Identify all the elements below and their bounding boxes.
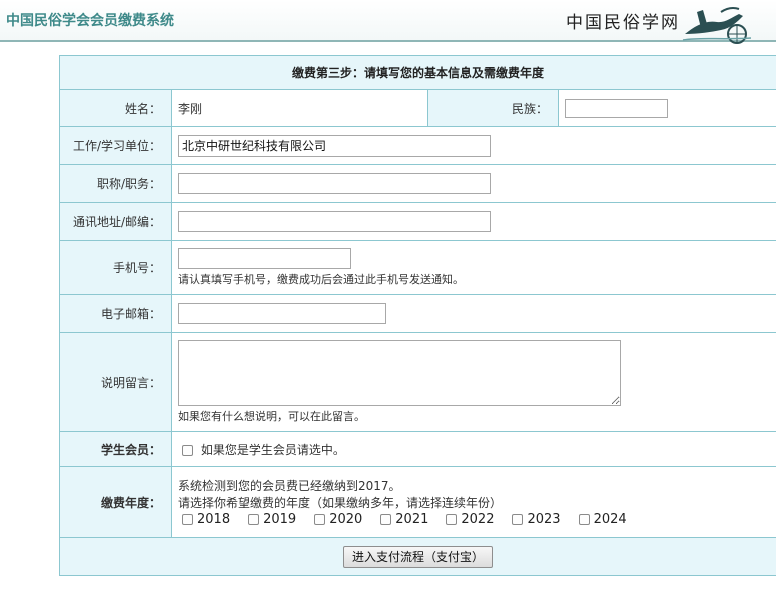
year-option-label: 2018 xyxy=(197,512,231,527)
year-option-label: 2020 xyxy=(329,512,363,527)
name-value: 李刚 xyxy=(171,89,428,127)
year-checkbox[interactable] xyxy=(578,514,590,525)
site-logo[interactable]: 中国民俗学网 xyxy=(566,4,776,44)
phone-hint: 请认真填写手机号，缴费成功后会通过此手机号发送通知。 xyxy=(178,273,464,286)
year-checkbox[interactable] xyxy=(512,514,524,525)
year-option-label: 2021 xyxy=(395,512,429,527)
workplace-label: 工作/学习单位： xyxy=(59,126,172,165)
workplace-cell xyxy=(170,126,776,165)
logo-text: 中国民俗学网 xyxy=(566,13,680,33)
message-textarea[interactable] xyxy=(178,340,621,406)
email-input[interactable] xyxy=(178,303,386,324)
site-title: 中国民俗学会会员缴费系统 xyxy=(6,13,174,29)
pay-alipay-button[interactable]: 进入支付流程（支付宝） xyxy=(343,545,494,568)
form-step-title: 缴费第三步：请填写您的基本信息及需缴费年度 xyxy=(58,55,776,90)
year-checkbox[interactable] xyxy=(248,514,260,525)
title-cell xyxy=(170,164,776,203)
phone-label: 手机号： xyxy=(59,240,172,295)
ethnicity-input[interactable] xyxy=(565,98,668,118)
phone-input[interactable] xyxy=(178,248,351,269)
submit-cell: 进入支付流程（支付宝） xyxy=(58,537,776,576)
year-option[interactable]: 2018 xyxy=(178,512,230,527)
membership-form: 缴费第三步：请填写您的基本信息及需缴费年度 姓名： 李刚 民族： 工作/学习单位… xyxy=(58,55,776,576)
message-hint: 如果您有什么想说明，可以在此留言。 xyxy=(178,410,365,423)
address-cell xyxy=(170,202,776,241)
workplace-input[interactable] xyxy=(178,134,491,157)
message-label: 说明留言： xyxy=(59,332,172,432)
email-cell xyxy=(170,294,776,333)
year-checkbox[interactable] xyxy=(446,514,458,525)
address-input[interactable] xyxy=(178,211,491,232)
ethnicity-label: 民族： xyxy=(427,89,559,127)
year-option[interactable]: 2023 xyxy=(508,512,561,527)
year-checkbox[interactable] xyxy=(182,514,193,525)
year-options: 2018 2019 2020 2021 2022 2023 2024 xyxy=(178,512,770,527)
year-cell: 系统检测到您的会员费已经缴纳到2017。 请选择你希望缴费的年度（如果缴纳多年，… xyxy=(170,466,776,538)
year-label: 缴费年度： xyxy=(59,466,172,538)
address-label: 通讯地址/邮编： xyxy=(59,202,172,241)
year-instruction-text: 请选择你希望缴费的年度（如果缴纳多年，请选择连续年份） xyxy=(178,496,503,510)
title-input[interactable] xyxy=(178,173,491,194)
header-bar: 中国民俗学会会员缴费系统 中国民俗学网 xyxy=(0,0,776,44)
year-option[interactable]: 2022 xyxy=(442,512,494,527)
year-option-label: 2023 xyxy=(527,512,561,527)
phone-cell: 请认真填写手机号，缴费成功后会通过此手机号发送通知。 xyxy=(170,240,776,295)
year-option[interactable]: 2019 xyxy=(244,512,296,527)
year-option-label: 2024 xyxy=(593,512,627,527)
student-checkbox[interactable] xyxy=(182,444,193,456)
year-detected-text: 系统检测到您的会员费已经缴纳到2017。 xyxy=(178,479,401,493)
message-cell: 如果您有什么想说明，可以在此留言。 xyxy=(170,332,776,432)
year-option[interactable]: 2021 xyxy=(376,512,428,527)
email-label: 电子邮箱： xyxy=(59,294,172,333)
year-option-label: 2019 xyxy=(263,512,297,527)
year-checkbox[interactable] xyxy=(314,514,326,525)
ethnicity-cell xyxy=(557,89,776,127)
name-label: 姓名： xyxy=(59,89,172,127)
student-cell: 如果您是学生会员请选中。 xyxy=(170,431,776,467)
year-option[interactable]: 2020 xyxy=(310,512,362,527)
year-checkbox[interactable] xyxy=(380,514,392,525)
student-checkbox-label: 如果您是学生会员请选中。 xyxy=(200,442,345,457)
year-option[interactable]: 2024 xyxy=(575,512,627,527)
student-label: 学生会员： xyxy=(59,431,172,467)
year-option-label: 2022 xyxy=(461,512,495,527)
chariot-logo-icon xyxy=(682,7,752,44)
title-label: 职称/职务： xyxy=(59,164,172,203)
